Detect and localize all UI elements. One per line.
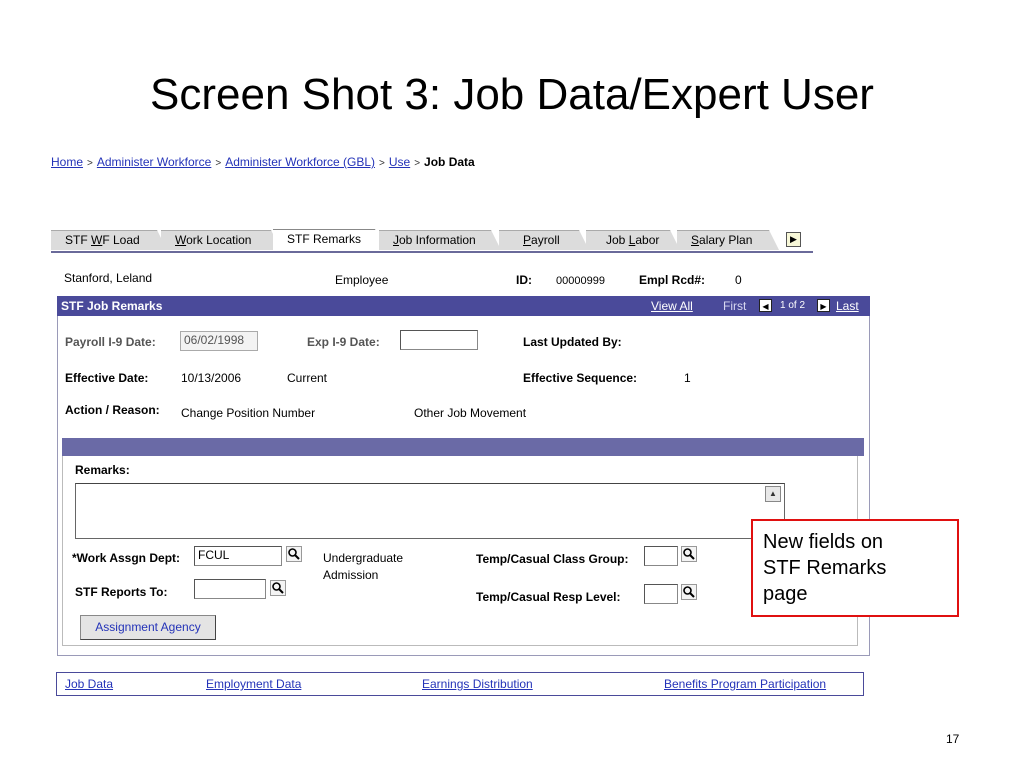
employee-name: Stanford, Leland bbox=[64, 271, 153, 285]
work-dept-description-line2: Admission bbox=[323, 568, 379, 582]
next-arrow-icon[interactable]: ▶ bbox=[817, 299, 830, 312]
tab-bar-underline bbox=[51, 251, 813, 253]
payroll-i9-date-label: Payroll I-9 Date: bbox=[65, 335, 156, 349]
breadcrumb-current: Job Data bbox=[424, 155, 475, 169]
reports-to-lookup-icon[interactable] bbox=[270, 580, 286, 596]
remarks-textarea[interactable] bbox=[75, 483, 785, 539]
previous-arrow-icon[interactable]: ◀ bbox=[759, 299, 772, 312]
temp-resp-lookup-icon[interactable] bbox=[681, 584, 697, 600]
effective-sequence-value: 1 bbox=[684, 371, 691, 385]
first-link[interactable]: First bbox=[723, 296, 746, 316]
annotation-callout: New fields on STF Remarks page bbox=[751, 519, 959, 617]
remarks-label: Remarks: bbox=[75, 463, 130, 477]
exp-i9-date-label: Exp I-9 Date: bbox=[307, 335, 380, 349]
temp-casual-class-group-field[interactable] bbox=[644, 546, 678, 566]
empl-rcd-label: Empl Rcd#: bbox=[639, 273, 706, 287]
tab-job-labor[interactable]: Job Labor bbox=[586, 230, 680, 250]
temp-casual-resp-level-label: Temp/Casual Resp Level: bbox=[476, 590, 621, 604]
action-value: Change Position Number bbox=[181, 406, 316, 420]
breadcrumb-administer-workforce-gbl[interactable]: Administer Workforce (GBL) bbox=[225, 155, 375, 169]
effective-sequence-label: Effective Sequence: bbox=[523, 371, 638, 385]
last-link[interactable]: Last bbox=[836, 296, 859, 316]
work-assign-dept-field[interactable]: FCUL bbox=[194, 546, 282, 566]
panel-header: STF Job Remarks View All First ◀ 1 of 2 … bbox=[57, 296, 870, 316]
tab-next-arrow-icon[interactable]: ▶ bbox=[786, 232, 801, 247]
view-all-link[interactable]: View All bbox=[651, 296, 693, 316]
temp-class-lookup-icon[interactable] bbox=[681, 546, 697, 562]
reason-value: Other Job Movement bbox=[414, 406, 527, 420]
remarks-section-header bbox=[62, 438, 864, 456]
link-benefits-program-participation[interactable]: Benefits Program Participation bbox=[664, 673, 826, 695]
tab-bar: STF WF Load Work Location STF Remarks Jo… bbox=[51, 230, 811, 252]
link-job-data[interactable]: Job Data bbox=[65, 673, 113, 695]
scroll-up-arrow-icon[interactable]: ▲ bbox=[765, 486, 781, 502]
link-earnings-distribution[interactable]: Earnings Distribution bbox=[422, 673, 533, 695]
effective-date-label: Effective Date: bbox=[65, 371, 149, 385]
id-label: ID: bbox=[516, 273, 532, 287]
breadcrumb-use[interactable]: Use bbox=[389, 155, 410, 169]
related-links-bar: Job Data Employment Data Earnings Distri… bbox=[56, 672, 864, 696]
tab-work-location[interactable]: Work Location bbox=[161, 230, 281, 250]
work-dept-description-line1: Undergraduate bbox=[323, 551, 404, 565]
id-value: 00000999 bbox=[556, 275, 605, 287]
tab-payroll[interactable]: Payroll bbox=[499, 230, 589, 250]
employee-type: Employee bbox=[335, 273, 389, 287]
temp-casual-class-group-label: Temp/Casual Class Group: bbox=[476, 552, 629, 566]
breadcrumb: Home > Administer Workforce > Administer Wor… bbox=[51, 155, 475, 169]
link-employment-data[interactable]: Employment Data bbox=[206, 673, 301, 695]
tab-job-information[interactable]: Job Information bbox=[379, 230, 501, 250]
tab-stf-remarks[interactable]: STF Remarks bbox=[273, 229, 385, 251]
exp-i9-date-field[interactable] bbox=[400, 330, 478, 350]
action-reason-label: Action / Reason: bbox=[65, 403, 160, 417]
breadcrumb-home[interactable]: Home bbox=[51, 155, 83, 169]
effective-date-value: 10/13/2006 bbox=[181, 371, 242, 385]
empl-rcd-value: 0 bbox=[735, 273, 742, 287]
tab-stf-wf-load[interactable]: STF WF Load bbox=[51, 230, 167, 250]
temp-casual-resp-level-field[interactable] bbox=[644, 584, 678, 604]
last-updated-by-label: Last Updated By: bbox=[523, 335, 622, 349]
row-count: 1 of 2 bbox=[780, 300, 806, 311]
breadcrumb-administer-workforce[interactable]: Administer Workforce bbox=[97, 155, 211, 169]
tab-salary-plan[interactable]: Salary Plan bbox=[677, 230, 779, 250]
payroll-i9-date-field: 06/02/1998 bbox=[180, 331, 258, 351]
page-number: 17 bbox=[946, 732, 960, 746]
stf-reports-to-label: STF Reports To: bbox=[75, 585, 168, 599]
work-assign-dept-label: *Work Assgn Dept: bbox=[72, 551, 181, 565]
work-dept-lookup-icon[interactable] bbox=[286, 546, 302, 562]
panel-title: STF Job Remarks bbox=[61, 299, 163, 313]
stf-reports-to-field[interactable] bbox=[194, 579, 266, 599]
slide-title: Screen Shot 3: Job Data/Expert User bbox=[150, 70, 874, 119]
assignment-agency-button[interactable]: Assignment Agency bbox=[80, 615, 216, 640]
effective-status: Current bbox=[287, 371, 328, 385]
